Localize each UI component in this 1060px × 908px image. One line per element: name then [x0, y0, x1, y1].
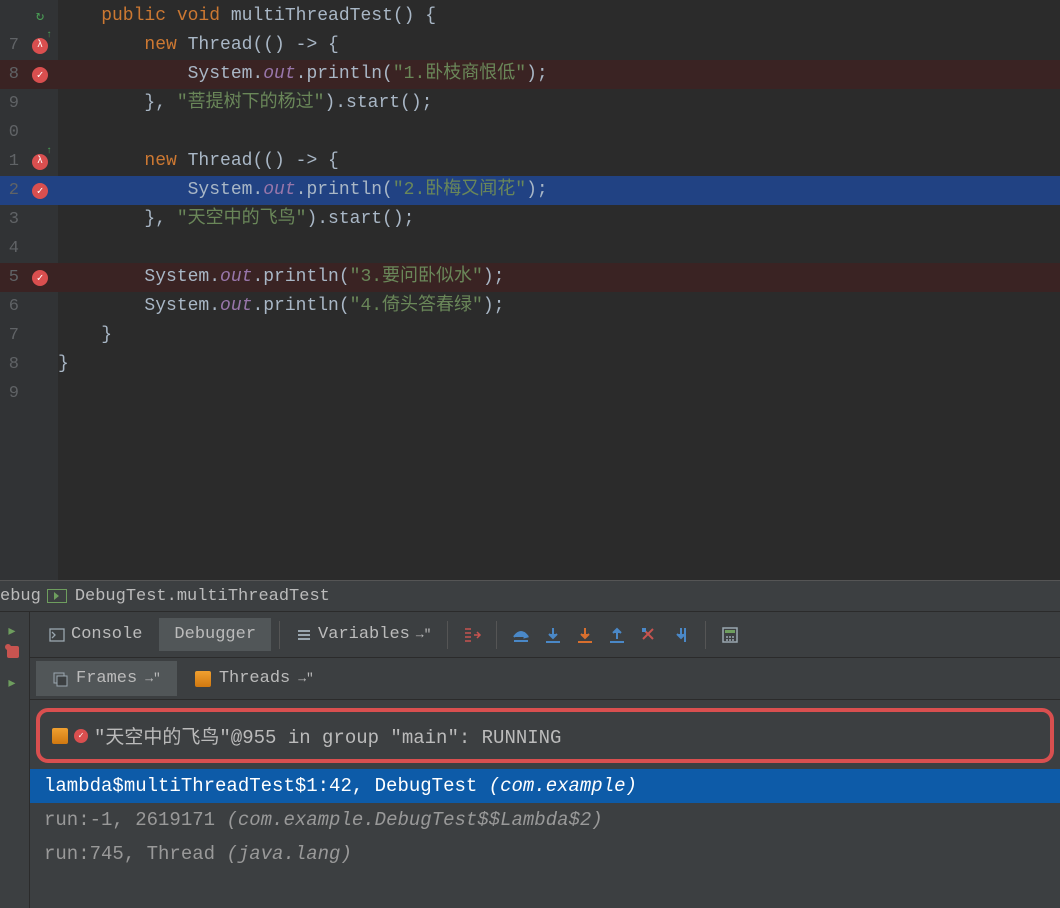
frames-threads-tabs: Frames →" Threads →" [30, 658, 1060, 700]
debug-tabs: Console Debugger [34, 618, 271, 651]
pin-icon: →" [416, 627, 432, 642]
line-number [0, 2, 22, 31]
threads-icon [195, 671, 211, 687]
line-number: 2 [0, 176, 22, 205]
line-number: 7 [0, 31, 22, 60]
gutter-mark[interactable] [22, 292, 58, 321]
code-line[interactable]: }, "天空中的飞鸟").start(); [58, 205, 1060, 234]
gutter-mark[interactable] [22, 118, 58, 147]
gutter-mark[interactable] [22, 60, 58, 89]
evaluate-expression-button[interactable] [716, 621, 744, 649]
thread-status-dropdown[interactable]: ✓ "天空中的飞鸟"@955 in group "main": RUNNING [36, 708, 1054, 763]
stack-frame-row[interactable]: run:-1, 2619171 (com.example.DebugTest$$… [30, 803, 1060, 837]
line-number: 9 [0, 379, 22, 408]
stop-button[interactable] [7, 646, 23, 662]
drop-frame-button[interactable] [635, 621, 663, 649]
gutter-mark[interactable] [22, 321, 58, 350]
run-config-icon [47, 589, 67, 603]
stack-frame-row[interactable]: lambda$multiThreadTest$1:42, DebugTest (… [30, 769, 1060, 803]
code-editor[interactable]: public void multiThreadTest() { new Thre… [58, 0, 1060, 580]
code-line[interactable]: new Thread(() -> { [58, 147, 1060, 176]
line-number: 0 [0, 118, 22, 147]
force-step-into-button[interactable] [571, 621, 599, 649]
gutter-mark[interactable] [22, 205, 58, 234]
code-line[interactable]: }, "菩提树下的杨过").start(); [58, 89, 1060, 118]
debug-label: ebug [0, 587, 41, 606]
step-over-button[interactable] [507, 621, 535, 649]
frames-list[interactable]: lambda$multiThreadTest$1:42, DebugTest (… [30, 769, 1060, 908]
code-line[interactable]: new Thread(() -> { [58, 31, 1060, 60]
console-icon [49, 628, 65, 642]
show-execution-point-button[interactable] [458, 621, 486, 649]
debug-toolbar: Console Debugger Variables →" [30, 612, 1060, 658]
lambda-breakpoint-icon: λ↑ [32, 154, 48, 170]
stack-frame-row[interactable]: run:745, Thread (java.lang) [30, 837, 1060, 871]
code-line[interactable]: System.out.println("3.要问卧似水"); [58, 263, 1060, 292]
line-number: 4 [0, 234, 22, 263]
lambda-breakpoint-icon: λ↑ [32, 38, 48, 54]
code-line[interactable]: } [58, 350, 1060, 379]
code-line[interactable]: } [58, 321, 1060, 350]
tab-debugger[interactable]: Debugger [159, 618, 271, 651]
line-number: 8 [0, 60, 22, 89]
variables-button[interactable]: Variables →" [290, 621, 437, 649]
code-line[interactable] [58, 379, 1060, 408]
gutter-mark[interactable] [22, 350, 58, 379]
line-number: 3 [0, 205, 22, 234]
resume-button[interactable]: ▸ [7, 620, 23, 636]
gutter-mark[interactable] [22, 263, 58, 292]
gutter-mark[interactable]: ↻ [22, 2, 58, 31]
tab-threads[interactable]: Threads →" [179, 661, 330, 696]
thread-icon [52, 728, 68, 744]
gutter-mark[interactable]: λ↑ [22, 147, 58, 176]
line-number-gutter: 7890123456789 [0, 0, 22, 580]
breakpoint-hit-icon: ✓ [74, 729, 88, 743]
tab-console[interactable]: Console [34, 618, 157, 651]
gutter-mark[interactable] [22, 234, 58, 263]
breakpoint-verified-icon [32, 183, 48, 199]
line-number: 8 [0, 350, 22, 379]
gutter-mark[interactable] [22, 379, 58, 408]
breakpoint-verified-icon [32, 270, 48, 286]
more-button[interactable] [7, 698, 23, 714]
line-number: 6 [0, 292, 22, 321]
resume-program-button[interactable]: ▸ [7, 672, 23, 688]
run-to-cursor-button[interactable] [667, 621, 695, 649]
tab-frames[interactable]: Frames →" [36, 661, 177, 696]
code-line[interactable] [58, 118, 1060, 147]
pin-icon: →" [298, 671, 314, 686]
line-number: 7 [0, 321, 22, 350]
line-number: 9 [0, 89, 22, 118]
debug-content: Console Debugger Variables →" [30, 612, 1060, 908]
debug-config-name: DebugTest.multiThreadTest [75, 587, 330, 606]
code-line[interactable]: System.out.println("2.卧梅又闻花"); [58, 176, 1060, 205]
frames-icon [52, 671, 68, 687]
gutter-mark[interactable] [22, 176, 58, 205]
debug-tool-window-header: ebug DebugTest.multiThreadTest [0, 580, 1060, 612]
code-line[interactable] [58, 234, 1060, 263]
debug-side-toolbar: ▸ ▸ [0, 612, 30, 908]
line-number: 1 [0, 147, 22, 176]
editor-area: 7890123456789 ↻λ↑λ↑ public void multiThr… [0, 0, 1060, 580]
variables-icon [296, 628, 312, 642]
line-number: 5 [0, 263, 22, 292]
gutter-mark[interactable] [22, 89, 58, 118]
step-into-button[interactable] [539, 621, 567, 649]
code-line[interactable]: public void multiThreadTest() { [58, 2, 1060, 31]
run-gutter-icon[interactable]: ↻ [36, 8, 44, 25]
breakpoint-verified-icon [32, 67, 48, 83]
pin-icon: →" [145, 671, 161, 686]
breakpoint-gutter[interactable]: ↻ λ↑ λ↑ [22, 0, 58, 580]
step-out-button[interactable] [603, 621, 631, 649]
code-line[interactable]: System.out.println("4.倚头答春绿"); [58, 292, 1060, 321]
debug-panel: ▸ ▸ Console Debugger Variables [0, 612, 1060, 908]
code-line[interactable]: System.out.println("1.卧枝商恨低"); [58, 60, 1060, 89]
gutter-mark[interactable]: λ↑ [22, 31, 58, 60]
